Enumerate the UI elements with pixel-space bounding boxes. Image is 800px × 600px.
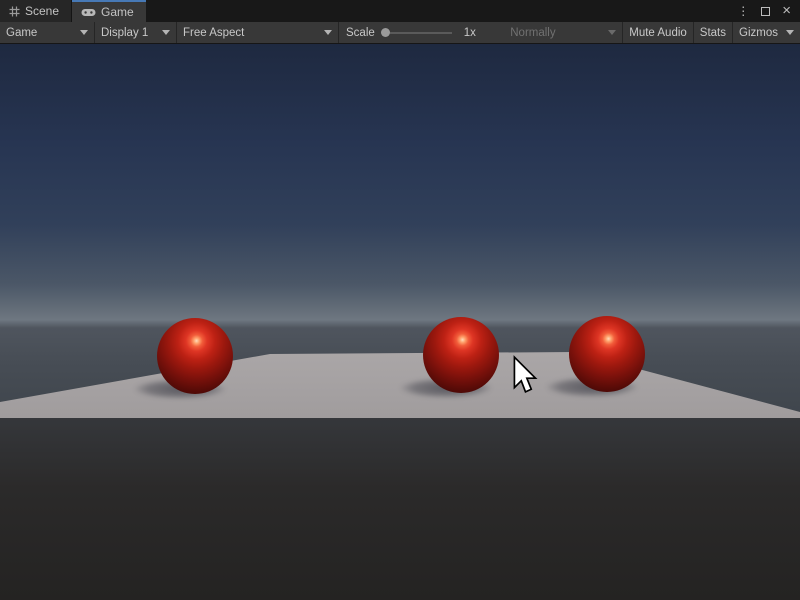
scale-slider[interactable] — [381, 28, 452, 37]
red-sphere-left — [157, 318, 233, 394]
aspect-ratio-label: Free Aspect — [183, 27, 244, 39]
red-sphere-right — [569, 316, 645, 392]
scale-slider-track[interactable] — [390, 32, 452, 34]
aspect-ratio-dropdown[interactable]: Free Aspect — [177, 22, 338, 43]
maximize-icon[interactable] — [761, 7, 770, 16]
mouse-cursor-icon — [512, 355, 540, 395]
chevron-down-icon — [80, 30, 88, 35]
tab-bar: Scene Game ⋮ × — [0, 0, 800, 22]
tab-game[interactable]: Game — [72, 0, 146, 22]
stats-label: Stats — [700, 27, 726, 39]
display-mode-dropdown[interactable]: Game — [0, 22, 94, 43]
gizmos-label: Gizmos — [739, 27, 778, 39]
chevron-down-icon — [162, 30, 170, 35]
game-view-toolbar: Game Display 1 Free Aspect Scale 1x Norm… — [0, 22, 800, 44]
scale-label: Scale — [346, 27, 375, 39]
mute-audio-button[interactable]: Mute Audio — [623, 22, 693, 43]
chevron-down-icon — [786, 30, 794, 35]
scale-slider-knob[interactable] — [381, 28, 390, 37]
display-target-label: Display 1 — [101, 27, 148, 39]
scene-objects — [0, 44, 800, 600]
gizmos-dropdown[interactable]: Gizmos — [733, 22, 800, 43]
tab-scene[interactable]: Scene — [0, 0, 72, 22]
focus-mode-label: Normally — [510, 27, 555, 39]
toolbar-right-group: Normally Mute Audio Stats Gizmos — [504, 22, 800, 43]
chevron-down-icon — [608, 30, 616, 35]
tab-game-label: Game — [101, 5, 134, 19]
stats-button[interactable]: Stats — [694, 22, 732, 43]
chevron-down-icon — [324, 30, 332, 35]
red-sphere-middle — [423, 317, 499, 393]
close-icon[interactable]: × — [782, 3, 791, 18]
grid-icon — [9, 6, 20, 17]
mute-audio-label: Mute Audio — [629, 27, 687, 39]
scale-control: Scale 1x — [339, 22, 483, 43]
scale-value: 1x — [464, 27, 476, 39]
display-mode-label: Game — [6, 27, 37, 39]
unity-game-window: Scene Game ⋮ × Game Display 1 — [0, 0, 800, 600]
window-controls: ⋮ × — [737, 0, 800, 22]
game-viewport[interactable] — [0, 44, 800, 600]
focus-mode-dropdown[interactable]: Normally — [504, 22, 622, 43]
gamepad-icon — [81, 8, 96, 17]
tab-scene-label: Scene — [25, 4, 59, 18]
display-target-dropdown[interactable]: Display 1 — [95, 22, 176, 43]
menu-icon[interactable]: ⋮ — [737, 5, 749, 17]
